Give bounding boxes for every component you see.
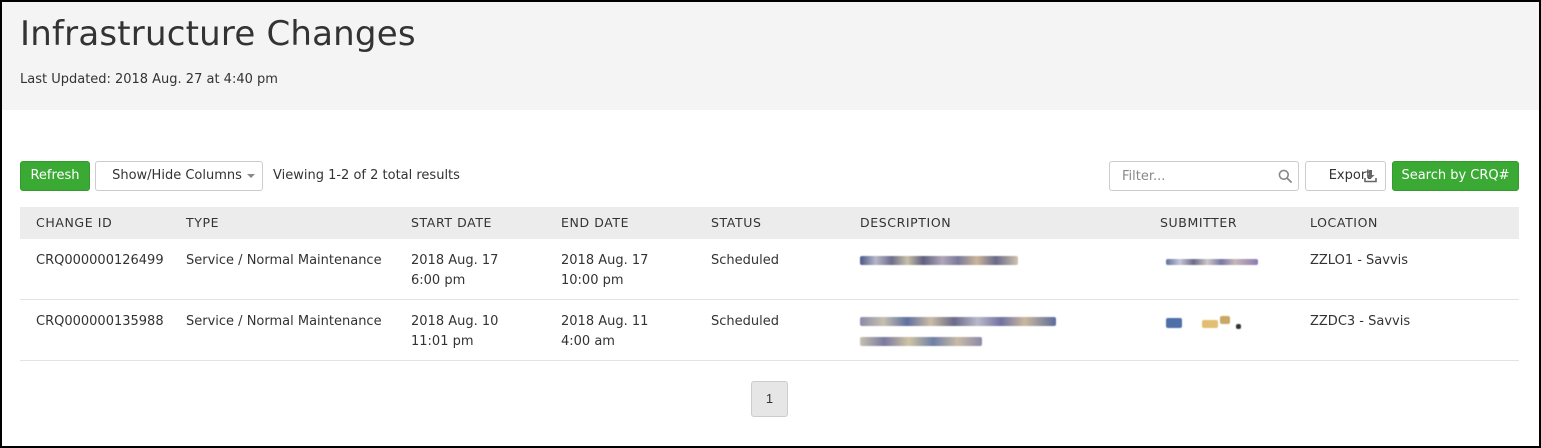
table-row[interactable]: CRQ000000126499 Service / Normal Mainten…	[20, 239, 1519, 300]
column-header-type[interactable]: TYPE	[186, 207, 219, 239]
status-cell: Scheduled	[711, 314, 779, 329]
end-date-cell: 2018 Aug. 17 10:00 pm	[561, 251, 648, 291]
last-updated-value: 2018 Aug. 27 at 4:40 pm	[114, 72, 278, 87]
end-time: 4:00 am	[561, 334, 615, 349]
end-date: 2018 Aug. 11	[561, 314, 649, 329]
download-icon	[1364, 170, 1377, 183]
page-title: Infrastructure Changes	[20, 14, 416, 54]
start-time: 11:01 pm	[411, 334, 474, 349]
end-date: 2018 Aug. 17	[561, 253, 649, 268]
column-header-status[interactable]: STATUS	[711, 207, 762, 239]
location-cell: ZZDC3 - Savvis	[1310, 314, 1411, 329]
column-header-location[interactable]: LOCATION	[1310, 207, 1378, 239]
end-time: 10:00 pm	[561, 273, 624, 288]
type-cell: Service / Normal Maintenance	[186, 314, 382, 329]
redacted-text-block	[1166, 259, 1258, 265]
change-id-cell: CRQ000000126499	[36, 253, 164, 268]
caret-down-icon	[246, 173, 255, 178]
redacted-text-block	[860, 317, 1056, 326]
show-hide-columns-label: Show/Hide Columns	[112, 168, 242, 183]
show-hide-columns-button[interactable]: Show/Hide Columns	[95, 161, 263, 191]
column-header-end-date[interactable]: END DATE	[561, 207, 629, 239]
column-header-submitter[interactable]: SUBMITTER	[1160, 207, 1237, 239]
table-row[interactable]: CRQ000000135988 Service / Normal Mainten…	[20, 300, 1519, 361]
export-button[interactable]: Export	[1305, 161, 1386, 191]
column-header-description[interactable]: DESCRIPTION	[860, 207, 951, 239]
start-date-cell: 2018 Aug. 10 11:01 pm	[411, 312, 498, 352]
submitter-cell-redacted	[1160, 312, 1260, 332]
column-header-change-id[interactable]: CHANGE ID	[36, 207, 112, 239]
type-cell: Service / Normal Maintenance	[186, 253, 382, 268]
page-header: Infrastructure Changes Last Updated: 2018…	[2, 2, 1539, 110]
last-updated: Last Updated: 2018 Aug. 27 at 4:40 pm	[20, 72, 282, 87]
refresh-button[interactable]: Refresh	[20, 161, 90, 191]
description-cell-redacted	[860, 312, 1070, 352]
redacted-text-block	[860, 256, 1018, 265]
redacted-text-block	[860, 337, 982, 346]
search-icon	[1278, 169, 1292, 183]
changes-table: CHANGE ID TYPE START DATE END DATE STATU…	[20, 207, 1519, 361]
start-date-cell: 2018 Aug. 17 6:00 pm	[411, 251, 498, 291]
search-by-crq-button[interactable]: Search by CRQ#	[1392, 161, 1519, 191]
redacted-text-block	[1220, 316, 1230, 324]
start-date: 2018 Aug. 10	[411, 314, 499, 329]
table-toolbar: Refresh Show/Hide Columns Viewing 1-2 of…	[20, 161, 1519, 191]
description-cell-redacted	[860, 251, 1030, 271]
submitter-cell-redacted	[1160, 251, 1260, 271]
table-header-row: CHANGE ID TYPE START DATE END DATE STATU…	[20, 207, 1519, 239]
pagination-page-1[interactable]: 1	[751, 381, 788, 417]
location-cell: ZZLO1 - Savvis	[1310, 253, 1409, 268]
filter-input[interactable]	[1109, 161, 1299, 191]
start-date: 2018 Aug. 17	[411, 253, 499, 268]
change-id-cell: CRQ000000135988	[36, 314, 164, 329]
redacted-text-block	[1236, 324, 1241, 329]
redacted-text-block	[1202, 320, 1218, 328]
app-frame: Infrastructure Changes Last Updated: 2018…	[2, 2, 1539, 446]
start-time: 6:00 pm	[411, 273, 466, 288]
redacted-text-block	[1166, 318, 1182, 328]
status-cell: Scheduled	[711, 253, 779, 268]
end-date-cell: 2018 Aug. 11 4:00 am	[561, 312, 648, 352]
last-updated-label: Last Updated:	[20, 72, 111, 87]
results-count: Viewing 1-2 of 2 total results	[273, 168, 460, 183]
column-header-start-date[interactable]: START DATE	[411, 207, 492, 239]
